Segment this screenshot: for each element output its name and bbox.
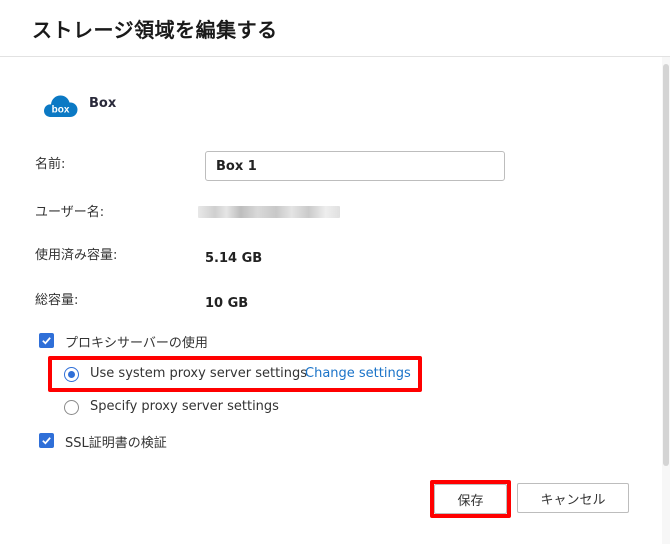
checkmark-icon <box>42 437 51 445</box>
specify-proxy-radio[interactable] <box>64 400 79 415</box>
system-proxy-label[interactable]: Use system proxy server settings <box>90 366 307 381</box>
box-logo-text: box <box>52 105 70 116</box>
username-value-redacted <box>198 206 340 218</box>
total-capacity-value: 10 GB <box>205 296 249 311</box>
username-label: ユーザー名: <box>35 205 105 220</box>
name-input[interactable] <box>205 151 505 181</box>
cancel-button[interactable]: キャンセル <box>517 483 629 513</box>
title-divider <box>0 56 670 57</box>
dialog-title: ストレージ領域を編集する <box>32 18 278 42</box>
ssl-checkbox-label[interactable]: SSL証明書の検証 <box>65 432 167 451</box>
used-capacity-label: 使用済み容量: <box>35 248 118 263</box>
scrollbar-thumb[interactable] <box>663 64 669 466</box>
proxy-checkbox-label[interactable]: プロキシサーバーの使用 <box>65 332 208 351</box>
ssl-checkbox[interactable] <box>39 433 54 448</box>
name-label: 名前: <box>35 157 66 172</box>
box-logo-icon: box <box>42 90 80 120</box>
proxy-checkbox[interactable] <box>39 333 54 348</box>
total-capacity-label: 総容量: <box>35 293 79 308</box>
checkmark-icon <box>42 337 51 345</box>
system-proxy-radio[interactable] <box>64 367 79 382</box>
specify-proxy-label[interactable]: Specify proxy server settings <box>90 399 279 414</box>
used-capacity-value: 5.14 GB <box>205 251 263 266</box>
save-button[interactable]: 保存 <box>434 484 507 514</box>
change-settings-link[interactable]: Change settings <box>305 366 411 381</box>
provider-name: Box <box>89 96 117 111</box>
